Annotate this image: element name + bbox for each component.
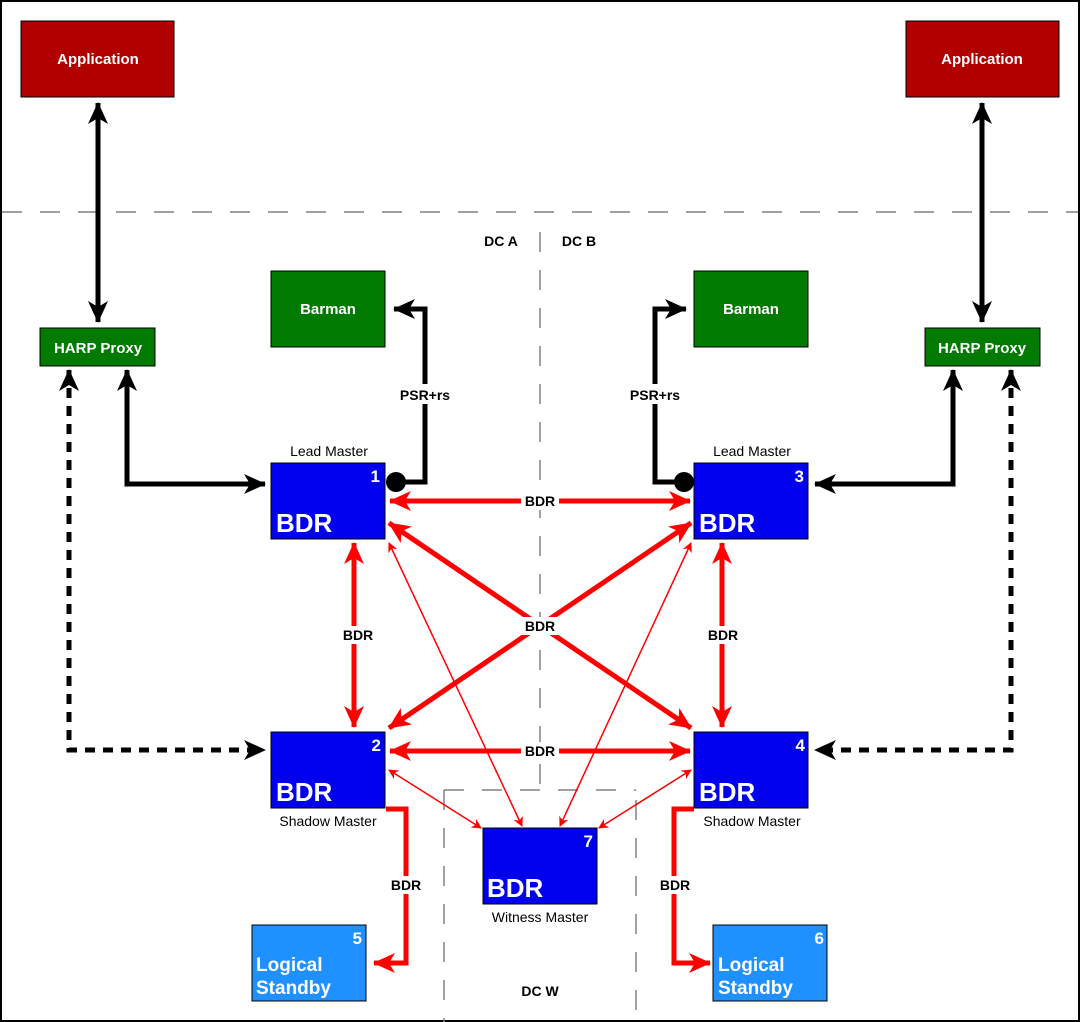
application-label: Application (941, 51, 1023, 68)
psr-origin-dot-right (674, 472, 694, 492)
zone-label-dc-w: DC W (521, 983, 559, 999)
barman-node-left[interactable]: Barman (270, 270, 386, 348)
node-role-label: Shadow Master (279, 813, 377, 829)
edge-label-bdr-1-3: BDR (525, 493, 555, 509)
edge-label-psr-right: PSR+rs (630, 387, 680, 403)
edge-label-psr-left: PSR+rs (400, 387, 450, 403)
node-label-line2: Standby (718, 978, 793, 999)
node-label-line1: Logical (256, 955, 323, 976)
node-number: 2 (372, 736, 381, 755)
barman-node-right[interactable]: Barman (693, 270, 809, 348)
zone-label-dc-a: DC A (484, 233, 518, 249)
barman-label: Barman (723, 301, 779, 318)
node-label-line2: Standby (256, 978, 331, 999)
psr-origin-dot-left (386, 472, 406, 492)
logical-standby-node-6[interactable]: 6 Logical Standby (712, 924, 828, 1002)
application-node-left[interactable]: Application (20, 20, 175, 98)
application-node-right[interactable]: Application (905, 20, 1060, 98)
zone-label-dc-b: DC B (562, 233, 596, 249)
node-role-label: Shadow Master (703, 813, 801, 829)
logical-standby-node-5[interactable]: 5 Logical Standby (251, 924, 367, 1002)
edge-label-bdr-2-4: BDR (525, 743, 555, 759)
node-label: BDR (699, 508, 756, 538)
bdr-node-7-witness[interactable]: 7 BDR Witness Master (482, 827, 598, 925)
edge-label-bdr-cross: BDR (525, 618, 555, 634)
bdr-node-4[interactable]: 4 BDR Shadow Master (693, 731, 809, 829)
barman-label: Barman (300, 301, 356, 318)
edge-label-bdr-1-2: BDR (343, 627, 373, 643)
node-number: 1 (371, 467, 380, 486)
edge-label-bdr-3-4: BDR (708, 627, 738, 643)
node-label: BDR (276, 508, 333, 538)
harp-proxy-label: HARP Proxy (54, 340, 143, 357)
edge-label-bdr-4-6: BDR (660, 877, 690, 893)
node-number: 6 (815, 929, 824, 948)
node-label: BDR (487, 873, 544, 903)
node-role-label: Lead Master (290, 443, 368, 459)
node-label: BDR (699, 777, 756, 807)
node-number: 3 (795, 467, 804, 486)
node-role-label: Witness Master (492, 909, 589, 925)
node-number: 7 (584, 832, 593, 851)
node-label: BDR (276, 777, 333, 807)
node-label-line1: Logical (718, 955, 785, 976)
harp-proxy-node-left[interactable]: HARP Proxy (39, 327, 156, 367)
application-label: Application (57, 51, 139, 68)
node-number: 4 (796, 736, 806, 755)
harp-proxy-label: HARP Proxy (938, 340, 1027, 357)
node-role-label: Lead Master (713, 443, 791, 459)
architecture-diagram: DC A DC B DC W PSR+rs PSR+rs BDR BDR BDR… (0, 0, 1080, 1022)
node-number: 5 (353, 929, 362, 948)
edge-label-bdr-2-5: BDR (391, 877, 421, 893)
harp-proxy-node-right[interactable]: HARP Proxy (924, 327, 1041, 367)
bdr-node-2[interactable]: 2 BDR Shadow Master (270, 731, 386, 829)
